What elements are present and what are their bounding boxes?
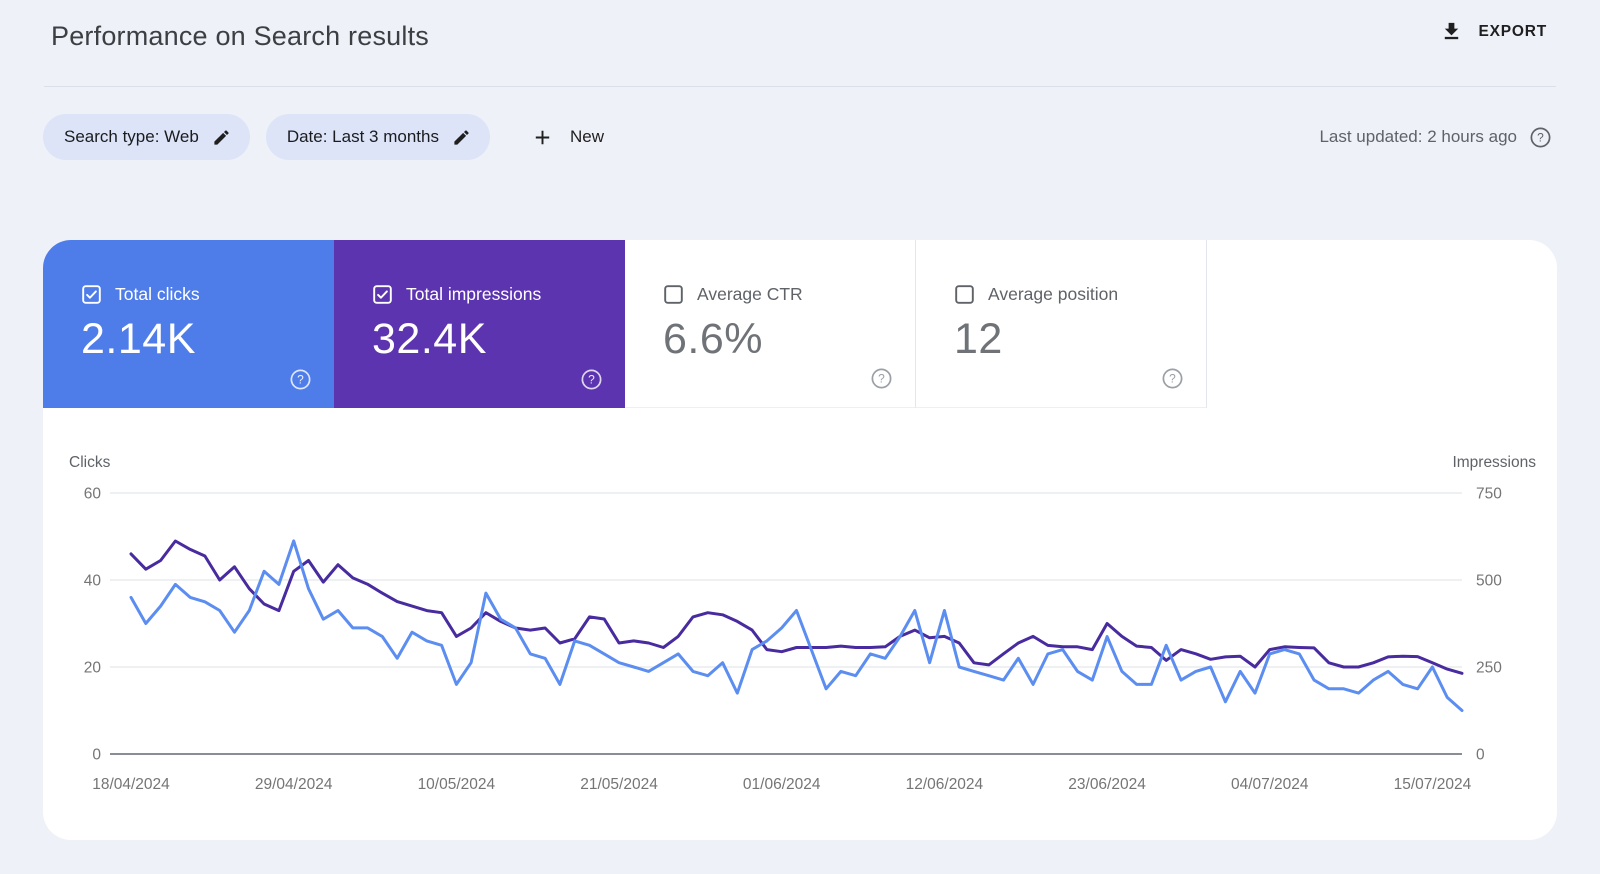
checkbox-unchecked-icon[interactable]	[663, 284, 684, 305]
metric-value: 32.4K	[372, 315, 487, 363]
last-updated-text: Last updated: 2 hours ago	[1319, 127, 1517, 146]
search-type-chip[interactable]: Search type: Web	[43, 114, 250, 160]
left-axis-tick-label: 40	[84, 573, 102, 590]
left-axis-tick-label: 0	[92, 747, 101, 764]
edit-pencil-icon	[452, 128, 471, 147]
left-axis-tick-label: 20	[84, 660, 102, 677]
x-axis-date-label: 18/04/2024	[92, 776, 170, 793]
metric-label: Average position	[988, 284, 1119, 304]
metric-card-average-ctr[interactable]: Average CTR 6.6% ?	[625, 240, 916, 408]
help-icon[interactable]: ?	[870, 367, 893, 390]
date-range-chip-label: Date: Last 3 months	[286, 127, 439, 146]
x-axis-date-label: 23/06/2024	[1068, 776, 1146, 793]
metric-value: 6.6%	[663, 315, 764, 363]
help-icon[interactable]: ?	[580, 368, 603, 391]
x-axis-date-label: 10/05/2024	[418, 776, 496, 793]
checkbox-checked-icon[interactable]	[372, 284, 393, 305]
new-filter-label: New	[569, 127, 604, 146]
clicks-line	[129, 539, 1464, 712]
metric-label: Average CTR	[697, 284, 803, 304]
svg-text:?: ?	[1169, 372, 1176, 386]
left-axis-tick-label: 60	[84, 486, 102, 503]
metric-card-total-clicks[interactable]: Total clicks 2.14K ?	[43, 240, 334, 408]
svg-text:?: ?	[297, 373, 304, 387]
x-axis-date-label: 15/07/2024	[1394, 776, 1472, 793]
svg-text:?: ?	[588, 373, 595, 387]
metric-card-average-position[interactable]: Average position 12 ?	[916, 240, 1207, 408]
metric-label: Total clicks	[115, 284, 200, 304]
x-axis-date-label: 01/06/2024	[743, 776, 821, 793]
export-button[interactable]: EXPORT	[1440, 20, 1547, 43]
metric-card-total-impressions[interactable]: Total impressions 32.4K ?	[334, 240, 625, 408]
right-axis-tick-label: 0	[1476, 747, 1485, 764]
performance-panel: Total clicks 2.14K ? Total impressions 3…	[43, 240, 1557, 840]
help-icon[interactable]: ?	[1529, 126, 1552, 149]
new-filter-button[interactable]: New	[521, 114, 614, 160]
header-divider	[44, 86, 1556, 87]
edit-pencil-icon	[212, 128, 231, 147]
x-axis-date-label: 04/07/2024	[1231, 776, 1309, 793]
plus-icon	[531, 126, 554, 149]
last-updated: Last updated: 2 hours ago ?	[1319, 114, 1552, 160]
export-label: EXPORT	[1478, 22, 1547, 40]
x-axis-date-label: 21/05/2024	[580, 776, 658, 793]
help-icon[interactable]: ?	[289, 368, 312, 391]
x-axis-date-label: 29/04/2024	[255, 776, 333, 793]
metric-value: 12	[954, 315, 1003, 363]
checkbox-checked-icon[interactable]	[81, 284, 102, 305]
page-title: Performance on Search results	[51, 21, 429, 51]
x-axis-date-label: 12/06/2024	[906, 776, 984, 793]
svg-text:?: ?	[1537, 130, 1544, 144]
help-icon[interactable]: ?	[1161, 367, 1184, 390]
metric-label: Total impressions	[406, 284, 542, 304]
svg-text:?: ?	[878, 372, 885, 386]
right-axis-tick-label: 250	[1476, 660, 1502, 677]
impressions-line	[129, 539, 1464, 675]
download-icon	[1440, 20, 1463, 43]
performance-line-chart[interactable]: 0 0 20 250 40 500 60 750 Clicks Impressions 18/04/…	[43, 408, 1557, 840]
search-type-chip-label: Search type: Web	[64, 127, 199, 146]
filter-row: Search type: Web Date: Last 3 months New	[43, 114, 614, 160]
right-axis-tick-label: 750	[1476, 486, 1502, 503]
metric-value: 2.14K	[81, 315, 196, 363]
left-axis-title: Clicks	[69, 454, 111, 471]
right-axis-title: Impressions	[1452, 454, 1536, 471]
checkbox-unchecked-icon[interactable]	[954, 284, 975, 305]
date-range-chip[interactable]: Date: Last 3 months	[265, 114, 490, 160]
right-axis-tick-label: 500	[1476, 573, 1502, 590]
